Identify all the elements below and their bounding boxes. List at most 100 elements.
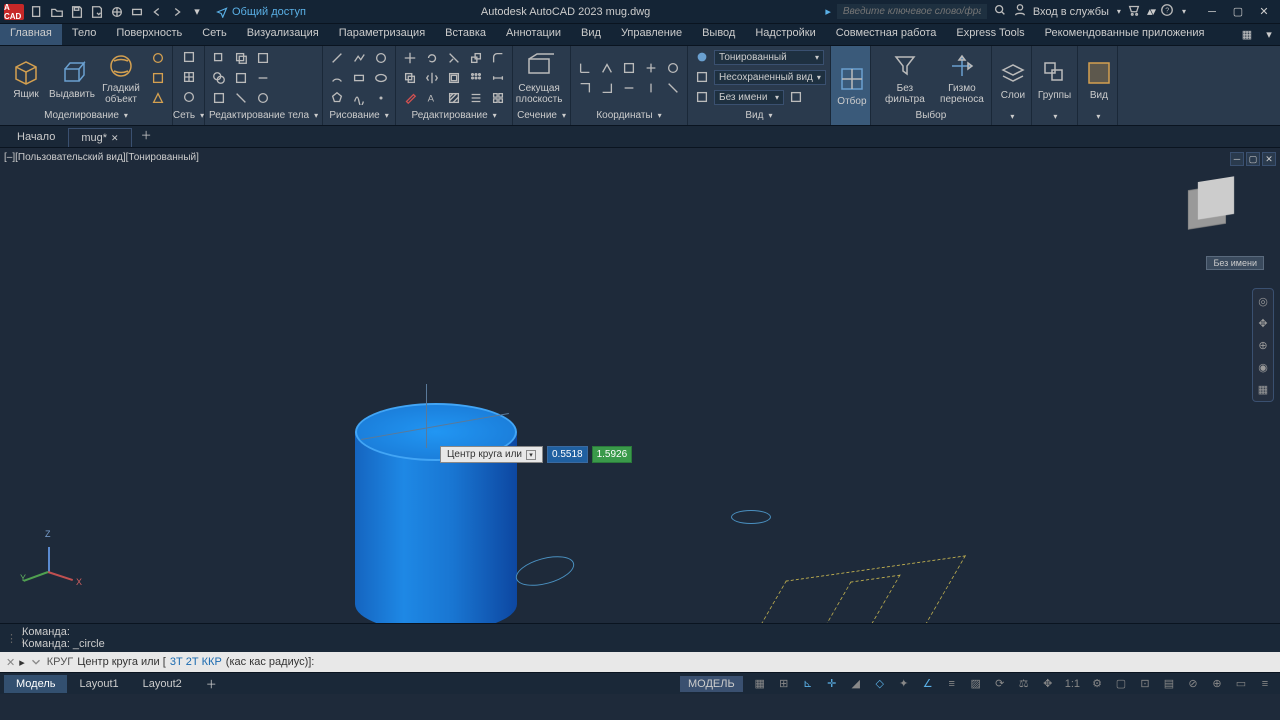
- named-view-combo[interactable]: Без имени▾: [714, 90, 784, 105]
- ucs-10-icon[interactable]: [663, 79, 683, 97]
- draw-polyline-icon[interactable]: [349, 49, 369, 67]
- ucs-icon[interactable]: Z X Y: [20, 533, 80, 593]
- mod-scale-icon[interactable]: [466, 49, 486, 67]
- draw-spline-icon[interactable]: [349, 89, 369, 107]
- ucs-1-icon[interactable]: [575, 59, 595, 77]
- mod-erase-icon[interactable]: [400, 89, 420, 107]
- layout-2[interactable]: Layout2: [131, 675, 194, 693]
- tab-surface[interactable]: Поверхность: [106, 24, 192, 45]
- smooth-button[interactable]: Гладкийобъект: [96, 49, 146, 107]
- cmd-run-icon[interactable]: ▸: [19, 656, 25, 669]
- mesh-tool-2-icon[interactable]: [179, 68, 199, 86]
- app-store-icon[interactable]: ▴▾: [1147, 5, 1154, 18]
- tab-home[interactable]: Главная: [0, 24, 62, 45]
- cmd-handle-icon[interactable]: ⋮⋮: [6, 626, 18, 650]
- tab-manage[interactable]: Управление: [611, 24, 692, 45]
- qat-web-icon[interactable]: [108, 3, 126, 21]
- tab-dd-icon[interactable]: ▾: [1258, 24, 1280, 45]
- tab-view[interactable]: Вид: [571, 24, 611, 45]
- mod-mirror-icon[interactable]: [422, 69, 442, 87]
- nav-wheel-icon[interactable]: ◎: [1255, 293, 1271, 309]
- panel-modeling-label[interactable]: Моделирование▾: [4, 108, 168, 123]
- mod-fillet-icon[interactable]: [488, 49, 508, 67]
- transparency-icon[interactable]: ▨: [965, 675, 987, 693]
- draw-point-icon[interactable]: [371, 89, 391, 107]
- qat-undo-icon[interactable]: [148, 3, 166, 21]
- se-2-icon[interactable]: [231, 49, 251, 67]
- mod-align-icon[interactable]: [466, 89, 486, 107]
- vs-saved-icon[interactable]: [692, 68, 712, 86]
- viewport[interactable]: [–][Пользовательский вид][Тонированный] …: [0, 148, 1280, 623]
- otrack-icon[interactable]: ∠: [917, 675, 939, 693]
- vs-extra-icon[interactable]: [786, 88, 806, 106]
- ucs-3-icon[interactable]: [619, 59, 639, 77]
- viewpanel-button[interactable]: Вид: [1082, 56, 1116, 103]
- osnap-icon[interactable]: ◇: [869, 675, 891, 693]
- polar-icon[interactable]: ✛: [821, 675, 843, 693]
- coord-x-input[interactable]: 0.5518: [547, 446, 588, 463]
- panel-groups-dd[interactable]: ▾: [1036, 110, 1073, 123]
- command-line[interactable]: ✕ ▸ КРУГ Центр круга или [ 3Т 2Т ККР (ка…: [0, 652, 1280, 672]
- qat-saveas-icon[interactable]: [88, 3, 106, 21]
- tab-parametric[interactable]: Параметризация: [329, 24, 435, 45]
- annomonitor-icon[interactable]: ▢: [1110, 675, 1132, 693]
- ucs-9-icon[interactable]: [641, 79, 661, 97]
- user-icon[interactable]: [1013, 3, 1027, 20]
- customize-icon[interactable]: ≡: [1254, 675, 1276, 693]
- ucs-5-icon[interactable]: [663, 59, 683, 77]
- mod-rotate-icon[interactable]: [422, 49, 442, 67]
- nav-orbit-icon[interactable]: ◉: [1255, 359, 1271, 375]
- solid-tool-1-icon[interactable]: [148, 49, 168, 67]
- mesh-tool-1-icon[interactable]: [179, 48, 199, 66]
- tab-collab[interactable]: Совместная работа: [826, 24, 947, 45]
- se-1-icon[interactable]: [209, 49, 229, 67]
- 3dosnap-icon[interactable]: ✦: [893, 675, 915, 693]
- se-9-icon[interactable]: [253, 89, 273, 107]
- mod-copy-icon[interactable]: [400, 69, 420, 87]
- mod-array-icon[interactable]: [466, 69, 486, 87]
- nav-pan-icon[interactable]: ✥: [1255, 315, 1271, 331]
- solid-tool-2-icon[interactable]: [148, 69, 168, 87]
- filetab-new-icon[interactable]: ＋: [132, 123, 161, 147]
- panel-section-label[interactable]: Сечение▾: [517, 108, 566, 123]
- filetab-start[interactable]: Начало: [4, 127, 68, 147]
- draw-ellipse-icon[interactable]: [371, 69, 391, 87]
- layout-1[interactable]: Layout1: [67, 675, 130, 693]
- search-input[interactable]: [837, 4, 987, 19]
- viewcube-label[interactable]: Без имени: [1206, 256, 1264, 270]
- panel-viewpanel-dd[interactable]: ▾: [1082, 110, 1113, 123]
- draw-rect-icon[interactable]: [349, 69, 369, 87]
- qat-redo-icon[interactable]: [168, 3, 186, 21]
- filetab-close-icon[interactable]: ✕: [111, 133, 119, 143]
- panel-layers-dd[interactable]: ▾: [996, 110, 1027, 123]
- qat-save-icon[interactable]: [68, 3, 86, 21]
- ucs-6-icon[interactable]: [575, 79, 595, 97]
- layout-model[interactable]: Модель: [4, 675, 67, 693]
- cleanscreen-icon[interactable]: ▭: [1230, 675, 1252, 693]
- hardware-icon[interactable]: ⊕: [1206, 675, 1228, 693]
- se-4-icon[interactable]: [209, 69, 229, 87]
- vp-minimize-icon[interactable]: ─: [1230, 152, 1244, 166]
- scale-label[interactable]: 1:1: [1061, 675, 1084, 693]
- nofilter-button[interactable]: Без фильтра: [875, 49, 935, 107]
- prompt-options-icon[interactable]: ▾: [526, 450, 536, 460]
- vp-close-icon[interactable]: ✕: [1262, 152, 1276, 166]
- layout-add-icon[interactable]: ＋: [194, 673, 229, 695]
- qat-open-icon[interactable]: [48, 3, 66, 21]
- tab-extra-icon[interactable]: ▦: [1236, 24, 1258, 45]
- mod-explode-icon[interactable]: [488, 89, 508, 107]
- se-7-icon[interactable]: [209, 89, 229, 107]
- tab-visualize[interactable]: Визуализация: [237, 24, 329, 45]
- se-6-icon[interactable]: [253, 69, 273, 87]
- quickprops-icon[interactable]: ▤: [1158, 675, 1180, 693]
- tab-featured[interactable]: Рекомендованные приложения: [1035, 24, 1215, 45]
- sketch-right[interactable]: [734, 555, 966, 623]
- cmd-close-icon[interactable]: ✕: [6, 656, 15, 669]
- share-link[interactable]: Общий доступ: [216, 6, 306, 18]
- handle-sketch[interactable]: [513, 551, 578, 592]
- visual-style-combo[interactable]: Тонированный▾: [714, 50, 824, 65]
- close-icon[interactable]: ✕: [1252, 3, 1276, 21]
- panel-coords-label[interactable]: Координаты▾: [575, 108, 683, 123]
- ucs-7-icon[interactable]: [597, 79, 617, 97]
- workspace-icon[interactable]: ⚙: [1086, 675, 1108, 693]
